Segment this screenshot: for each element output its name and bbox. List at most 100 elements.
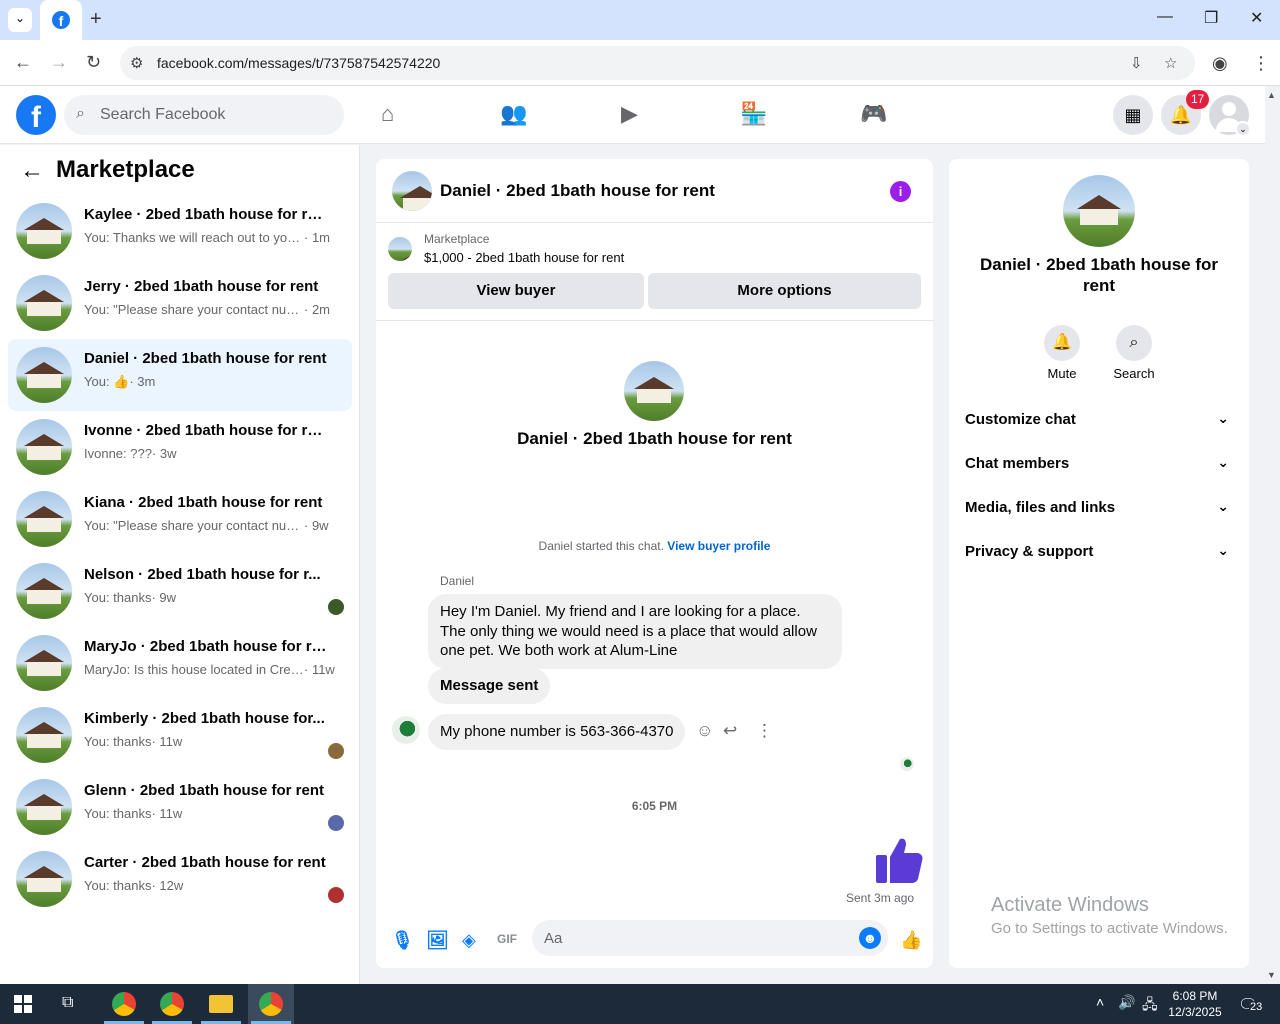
chrome-icon[interactable] <box>112 992 136 1016</box>
conversation-snippet: You: "Please share your contact numb... ·… <box>84 518 329 533</box>
back-arrow-icon[interactable]: ← <box>14 52 32 73</box>
windows-start-icon[interactable] <box>14 995 32 1013</box>
tab-search-button[interactable]: ⌄ <box>8 8 32 32</box>
action-center-icon[interactable]: 🗨 23 <box>1238 993 1264 1015</box>
message-input-placeholder: Aa <box>544 930 563 947</box>
view-buyer-button[interactable]: View buyer <box>388 273 644 309</box>
more-options-button[interactable]: More options <box>648 273 921 309</box>
reply-icon[interactable]: ↩ <box>723 721 737 741</box>
site-info-icon[interactable]: ⚙ <box>130 54 143 72</box>
message-input[interactable]: Aa ☻ <box>532 920 888 956</box>
close-window-icon[interactable]: ✕ <box>1250 8 1263 28</box>
listing-thumbnail[interactable] <box>392 171 432 211</box>
chrome-active-icon[interactable] <box>259 992 283 1016</box>
conversation-snippet: You: "Please share your contact num... · … <box>84 302 330 317</box>
clock-time: 6:08 PM <box>1172 989 1218 1003</box>
forward-arrow-icon[interactable]: → <box>50 52 68 73</box>
customize-chat-section[interactable]: Customize chat ⌄ <box>965 398 1233 442</box>
account-avatar[interactable]: ⌄ <box>1209 95 1251 137</box>
panel-title: Marketplace <box>56 156 195 183</box>
conversation-item[interactable]: Kiana · 2bed 1bath house for rent You: "P… <box>8 483 352 555</box>
sticker-icon[interactable]: ◈ <box>462 930 476 951</box>
back-arrow-icon[interactable]: ← <box>20 157 44 185</box>
mute-button[interactable]: 🔔 Mute <box>1032 325 1092 381</box>
message-timestamp: 6:05 PM <box>631 799 678 813</box>
browser-menu-icon[interactable]: ⋮ <box>1252 53 1270 74</box>
chevron-down-icon: ⌄ <box>1217 410 1229 426</box>
message-composer: 🎙 🖼 ◈ GIF Aa ☻ 👍 <box>376 918 933 968</box>
video-icon[interactable]: ▶ <box>621 101 638 127</box>
emoji-icon[interactable]: ☻ <box>859 927 881 949</box>
url-text[interactable]: facebook.com/messages/t/737587542574220 <box>157 55 440 71</box>
gaming-icon[interactable]: 🎮 <box>860 101 887 127</box>
browser-tab-facebook[interactable]: f <box>40 0 82 40</box>
media-files-links-section[interactable]: Media, files and links ⌄ <box>965 486 1233 530</box>
restore-window-icon[interactable]: ❐ <box>1204 8 1218 28</box>
minimize-window-icon[interactable]: — <box>1157 8 1173 26</box>
chat-started-notice: Daniel started this chat. View buyer pro… <box>376 539 933 553</box>
microphone-icon[interactable]: 🎙 <box>391 930 414 951</box>
install-app-icon[interactable]: ⇩ <box>1130 54 1143 72</box>
conversation-item[interactable]: Kaylee · 2bed 1bath house for rent You: T… <box>8 195 352 267</box>
search-icon: ⌕ <box>1116 325 1152 361</box>
chat-members-section[interactable]: Chat members ⌄ <box>965 442 1233 486</box>
task-view-icon[interactable]: ⧉ <box>62 994 73 1012</box>
conversation-item[interactable]: MaryJo · 2bed 1bath house for rent MaryJo… <box>8 627 352 699</box>
more-vertical-icon[interactable]: ⋮ <box>756 721 773 741</box>
search-in-chat-button[interactable]: ⌕ Search <box>1104 325 1164 381</box>
privacy-support-section[interactable]: Privacy & support ⌄ <box>965 530 1233 574</box>
conversation-item[interactable]: Nelson · 2bed 1bath house for r... You: t… <box>8 555 352 627</box>
friends-icon[interactable]: 👥 <box>500 101 527 127</box>
react-smiley-icon[interactable]: ☺ <box>696 721 713 741</box>
new-tab-button[interactable]: + <box>90 8 102 31</box>
view-buyer-profile-link[interactable]: View buyer profile <box>667 539 770 553</box>
search-label: Search <box>1113 366 1155 381</box>
facebook-logo-icon[interactable]: f <box>16 95 56 135</box>
taskbar-clock[interactable]: 6:08 PM 12/3/2025 <box>1160 988 1230 1020</box>
chevron-down-icon: ⌄ <box>1217 498 1229 514</box>
message-bubble[interactable]: Message sent <box>428 668 551 704</box>
conversation-item[interactable]: Glenn · 2bed 1bath house for rent You: th… <box>8 771 352 843</box>
home-icon[interactable]: ⌂ <box>381 101 394 127</box>
chat-avatar-large <box>624 361 684 421</box>
volume-icon[interactable]: 🔊 <box>1118 994 1135 1011</box>
seen-avatar <box>328 743 344 759</box>
chat-name-center: Daniel · 2bed 1bath house for rent <box>517 429 792 448</box>
gif-icon[interactable]: GIF <box>497 932 517 946</box>
file-explorer-icon[interactable] <box>209 995 233 1013</box>
chevron-up-icon[interactable]: ˄ <box>1096 994 1104 1010</box>
bookmark-star-icon[interactable]: ☆ <box>1164 54 1177 72</box>
conversation-thumbnail <box>16 851 72 907</box>
search-facebook-input[interactable]: ⌕ Search Facebook <box>64 95 344 135</box>
scroll-down-arrow[interactable]: ▼ <box>1267 970 1276 980</box>
conversation-item[interactable]: Kimberly · 2bed 1bath house for... You: t… <box>8 699 352 771</box>
info-icon[interactable]: i <box>890 181 911 202</box>
conversation-item[interactable]: Carter · 2bed 1bath house for rent You: t… <box>8 843 352 915</box>
conversation-item[interactable]: Ivonne · 2bed 1bath house for rent Ivonne… <box>8 411 352 483</box>
reload-icon[interactable]: ↻ <box>86 52 101 73</box>
message-bubble[interactable]: My phone number is 563-366-4370 <box>428 714 686 750</box>
conversation-item[interactable]: Daniel · 2bed 1bath house for rent You: 👍… <box>8 339 352 411</box>
chat-title[interactable]: Daniel · 2bed 1bath house for rent <box>440 181 715 201</box>
marketplace-label: Marketplace <box>424 232 490 246</box>
scroll-up-arrow[interactable]: ▲ <box>1267 90 1276 100</box>
conversation-thumbnail <box>16 779 72 835</box>
activate-windows-watermark: Activate Windows Go to Settings to activ… <box>991 894 1228 937</box>
photo-attach-icon[interactable]: 🖼 <box>426 930 449 951</box>
conversation-item[interactable]: Jerry · 2bed 1bath house for rent You: "P… <box>8 267 352 339</box>
like-thumb-icon[interactable]: 👍 <box>900 930 922 951</box>
url-omnibox[interactable]: ⚙ facebook.com/messages/t/73758754257422… <box>120 46 1195 80</box>
menu-grid-icon[interactable]: ▦ <box>1113 95 1153 135</box>
conversation-thumbnail <box>16 419 72 475</box>
listing-price-title[interactable]: $1,000 - 2bed 1bath house for rent <box>424 250 624 265</box>
notification-count: 23 <box>1249 1001 1264 1013</box>
network-icon[interactable]: 🖧 <box>1142 994 1158 1018</box>
message-bubble[interactable]: Hey I'm Daniel. My friend and I are look… <box>428 594 842 669</box>
chrome-profile-icon[interactable] <box>160 992 184 1016</box>
conversation-name: Glenn · 2bed 1bath house for rent <box>84 782 325 799</box>
sender-avatar[interactable] <box>392 716 420 744</box>
profile-icon[interactable]: ◉ <box>1212 53 1228 74</box>
chat-details-panel: Daniel · 2bed 1bath house for rent 🔔 Mut… <box>949 159 1249 968</box>
marketplace-icon[interactable]: 🏪 <box>740 101 767 127</box>
thumbs-up-sticker-icon[interactable] <box>874 835 924 885</box>
